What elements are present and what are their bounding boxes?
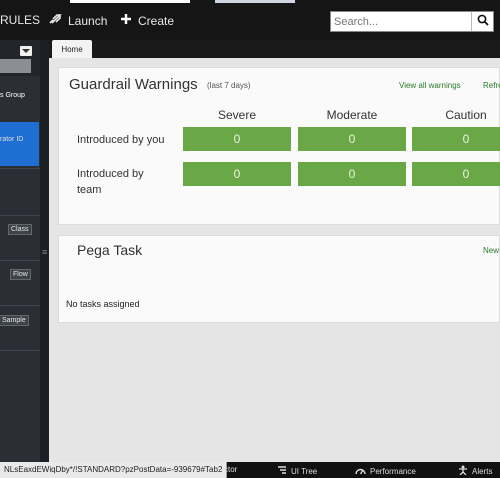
- task-title: Pega Task: [77, 242, 143, 258]
- create-label: Create: [138, 13, 175, 28]
- caution-team-count[interactable]: 0: [412, 162, 500, 186]
- search-input[interactable]: [331, 12, 471, 31]
- app-window: RULES Launch Create Search... s Group ra…: [0, 0, 500, 478]
- moderate-you-count[interactable]: 0: [298, 127, 406, 151]
- active-indicator: [70, 0, 190, 3]
- status-bar: NLsEaxdEWiqDby*/!STANDARD?pzPostData=-93…: [0, 462, 500, 478]
- moderate-team-count[interactable]: 0: [298, 162, 406, 186]
- caution-you-count[interactable]: 0: [412, 127, 500, 151]
- sidebar-item-active[interactable]: [0, 122, 39, 166]
- pega-task-card: Pega Task New No tasks assigned: [58, 235, 500, 323]
- view-all-warnings-link[interactable]: View all warnings: [399, 81, 461, 90]
- guardrail-warnings-card: Guardrail Warnings (last 7 days) View al…: [58, 67, 500, 225]
- inspector-tool[interactable]: ctor: [224, 465, 237, 474]
- refresh-link[interactable]: Refre: [483, 81, 500, 90]
- sidebar-divider: [0, 305, 40, 306]
- sidebar-item-sample[interactable]: Sample: [0, 315, 29, 326]
- sidebar-item-operator-id[interactable]: rator ID: [0, 135, 25, 144]
- inspector-label: ctor: [224, 465, 238, 474]
- top-bar: RULES Launch Create: [0, 0, 500, 40]
- sidebar-filter-input[interactable]: [0, 59, 31, 73]
- new-task-link[interactable]: New: [483, 246, 499, 255]
- column-header-moderate: Moderate: [326, 108, 378, 122]
- chevron-down-icon[interactable]: [20, 46, 32, 56]
- sidebar-header: [0, 40, 40, 76]
- sidebar-divider: [0, 168, 40, 169]
- row-label-you: Introduced by you: [77, 134, 165, 146]
- row-label-team: Introduced by team: [77, 168, 144, 196]
- active-indicator: [215, 0, 295, 3]
- rules-menu[interactable]: RULES: [0, 13, 40, 27]
- guardrail-period: (last 7 days): [207, 81, 251, 90]
- gauge-icon: [355, 465, 366, 477]
- alerts-tool[interactable]: Alerts: [458, 465, 492, 477]
- sidebar-item-access-group[interactable]: s Group: [0, 91, 27, 100]
- launch-menu[interactable]: Launch: [48, 13, 107, 28]
- alerts-label: Alerts: [472, 466, 493, 476]
- sidebar-item-class[interactable]: Class: [8, 224, 32, 235]
- search-icon: [477, 13, 489, 31]
- performance-label: Performance: [370, 466, 416, 476]
- main-workspace: Home Guardrail Warnings (last 7 days) Vi…: [49, 40, 500, 462]
- sidebar-divider: [0, 260, 40, 261]
- tab-home-label: Home: [61, 44, 83, 54]
- tree-icon: [277, 465, 287, 477]
- column-header-severe: Severe: [217, 108, 257, 122]
- explorer-sidebar: s Group rator ID Class Flow Sample: [0, 40, 40, 462]
- performance-tool[interactable]: Performance: [355, 465, 416, 477]
- tab-home[interactable]: Home: [52, 40, 92, 58]
- guardrail-title: Guardrail Warnings: [69, 76, 198, 93]
- severe-team-count[interactable]: 0: [183, 162, 291, 186]
- sidebar-divider: [0, 215, 40, 216]
- tab-strip: Home: [49, 40, 500, 58]
- task-empty-message: No tasks assigned: [66, 299, 140, 309]
- status-url: NLsEaxdEWiqDby*/!STANDARD?pzPostData=-93…: [0, 462, 228, 478]
- search-button[interactable]: [471, 12, 493, 31]
- rules-label: RULES: [0, 13, 41, 27]
- plus-icon: [120, 13, 132, 28]
- severe-you-count[interactable]: 0: [183, 127, 291, 151]
- panel-splitter[interactable]: ≡: [40, 40, 49, 462]
- create-menu[interactable]: Create: [120, 13, 174, 28]
- column-header-caution: Caution: [445, 108, 487, 122]
- launch-label: Launch: [68, 13, 108, 28]
- sidebar-divider: [0, 350, 40, 351]
- drag-handle-icon[interactable]: ≡: [42, 247, 47, 257]
- ui-tree-tool[interactable]: UI Tree: [277, 465, 317, 477]
- alert-figure-icon: [458, 465, 468, 477]
- ui-tree-label: UI Tree: [291, 466, 318, 476]
- rocket-icon: [48, 13, 62, 28]
- sidebar-item-flow[interactable]: Flow: [10, 269, 31, 280]
- search-box: [330, 11, 494, 32]
